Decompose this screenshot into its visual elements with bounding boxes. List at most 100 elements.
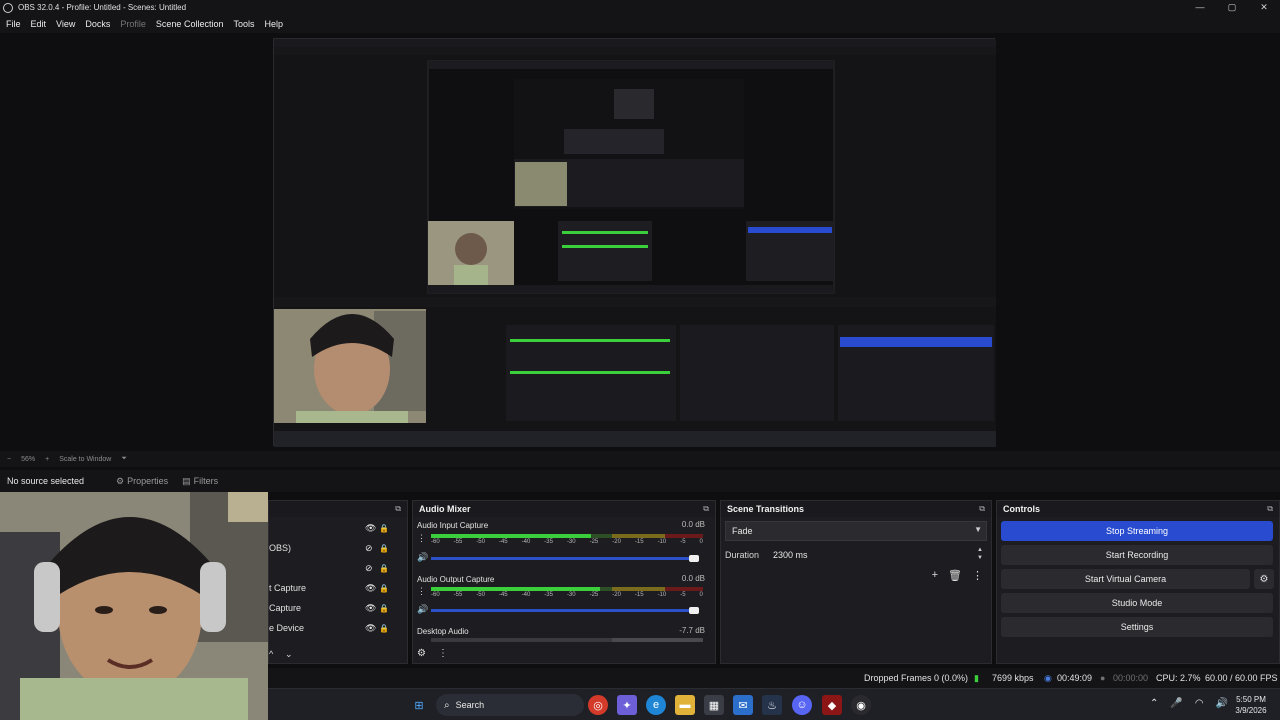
filters-button[interactable]: ▤ Filters (182, 476, 218, 487)
tray-chevron-up-icon[interactable]: ⌃ (1150, 698, 1158, 709)
gear-icon: ⚙ (116, 475, 125, 486)
start-recording-button[interactable]: Start Recording (1001, 545, 1273, 565)
menu-edit[interactable]: Edit (31, 19, 47, 29)
signal-bars-icon: ▮ (974, 673, 979, 683)
float-dock-icon[interactable]: ⧉ (1267, 504, 1273, 514)
visibility-eye-icon[interactable]: 👁 (365, 623, 379, 634)
move-up-button[interactable]: ^ (269, 649, 285, 659)
webcam-image (0, 492, 268, 720)
duration-spinner-icon[interactable]: ▲ ▼ (977, 546, 983, 562)
lock-icon[interactable]: 🔒 (379, 624, 393, 633)
lock-icon[interactable]: 🔒 (379, 604, 393, 613)
minimize-button[interactable]: — (1184, 0, 1216, 15)
app-icon[interactable]: ◆ (822, 695, 842, 715)
menu-file[interactable]: File (6, 19, 21, 29)
source-row[interactable]: e Device 👁 🔒 (269, 619, 401, 637)
clock-date: 3/9/2026 (1235, 706, 1267, 715)
duration-input[interactable]: 2300 ms ▲ ▼ (767, 545, 987, 565)
visibility-hidden-icon[interactable]: ⊘ (365, 543, 379, 554)
source-row[interactable]: Capture 👁 🔒 (269, 599, 401, 617)
audio-mixer-title: Audio Mixer (419, 504, 471, 514)
filters-label: Filters (193, 476, 219, 486)
visibility-eye-icon[interactable]: 👁 (365, 583, 379, 594)
edge-icon[interactable]: e (646, 695, 666, 715)
source-row[interactable]: ⊘ 🔒 (269, 559, 401, 577)
store-icon[interactable]: ▦ (704, 695, 724, 715)
sources-dock-header: ⧉ (269, 501, 407, 517)
source-label: OBS) (269, 543, 292, 553)
menu-tools[interactable]: Tools (233, 19, 254, 29)
menu-profile[interactable]: Profile (120, 19, 146, 29)
menu-scene-collection[interactable]: Scene Collection (156, 19, 224, 29)
record-time: 00:00:00 (1113, 673, 1149, 683)
add-transition-icon[interactable]: + (932, 569, 938, 582)
delete-transition-icon[interactable]: 🗑 (948, 569, 962, 582)
file-explorer-icon[interactable]: ▬ (675, 695, 695, 715)
microphone-icon[interactable]: 🎤 (1170, 698, 1182, 709)
steam-icon[interactable]: ♨ (762, 695, 782, 715)
channel-db: 0.0 dB (681, 574, 705, 583)
properties-button[interactable]: ⚙ Properties (116, 476, 168, 487)
lock-icon[interactable]: 🔒 (379, 584, 393, 593)
duration-label: Duration (725, 550, 760, 560)
zoom-out-button[interactable]: − (7, 456, 11, 463)
stream-icon: ◉ (1044, 673, 1052, 683)
settings-button[interactable]: Settings (1001, 617, 1273, 637)
windows-start-icon[interactable]: ⊞ (409, 695, 429, 715)
volume-slider[interactable] (431, 555, 699, 562)
copilot-icon[interactable]: ✦ (617, 695, 637, 715)
channel-menu-icon[interactable]: ⋮ (417, 533, 426, 544)
float-dock-icon[interactable]: ⧉ (979, 504, 985, 514)
menu-docks[interactable]: Docks (85, 19, 110, 29)
clock[interactable]: 5:50 PM 3/9/2026 (1226, 694, 1276, 716)
obs-icon[interactable]: ◉ (851, 695, 871, 715)
menu-view[interactable]: View (56, 19, 75, 29)
channel-name: Audio Input Capture (417, 521, 489, 530)
maximize-button[interactable]: ▢ (1216, 0, 1248, 15)
channel-menu-icon[interactable]: ⋮ (417, 586, 426, 597)
zoom-menu-caret-icon[interactable]: ⏷ (121, 455, 127, 463)
scene-transitions-header: Scene Transitions ⧉ (721, 501, 991, 517)
transition-menu-icon[interactable]: ⋮ (972, 569, 983, 582)
lock-icon[interactable]: 🔒 (379, 524, 393, 533)
scale-to-window[interactable]: Scale to Window (59, 456, 111, 463)
lock-icon[interactable]: 🔒 (379, 544, 393, 553)
float-dock-icon[interactable]: ⧉ (703, 504, 709, 514)
speaker-icon[interactable]: 🔊 (417, 604, 428, 615)
speaker-icon[interactable]: 🔊 (417, 552, 428, 563)
stop-streaming-button[interactable]: Stop Streaming (1001, 521, 1273, 541)
visibility-eye-icon[interactable]: 👁 (365, 523, 379, 534)
transition-select[interactable]: Fade ▼ (725, 521, 987, 541)
dropped-frames: Dropped Frames 0 (0.0%) (864, 673, 969, 683)
discord-icon[interactable]: ☺ (792, 695, 812, 715)
mixer-menu-icon[interactable]: ⋮ (438, 648, 448, 659)
studio-mode-button[interactable]: Studio Mode (1001, 593, 1273, 613)
move-down-button[interactable]: ⌄ (285, 649, 301, 660)
obs-logo-icon (3, 2, 13, 13)
chrome-icon[interactable]: ◎ (588, 695, 608, 715)
search-label: Search (455, 700, 485, 710)
virtual-camera-settings-icon[interactable]: ⚙ (1254, 569, 1274, 589)
source-label: t Capture (269, 583, 307, 593)
volume-slider[interactable] (431, 607, 699, 614)
title-bar: OBS 32.0.4 - Profile: Untitled - Scenes:… (0, 0, 1280, 15)
visibility-eye-icon[interactable]: 👁 (365, 603, 379, 614)
visibility-hidden-icon[interactable]: ⊘ (365, 563, 379, 574)
source-row[interactable]: 👁 🔒 (269, 519, 401, 537)
mail-icon[interactable]: ✉ (733, 695, 753, 715)
mixer-settings-icon[interactable]: ⚙ (417, 648, 426, 659)
audio-mixer-dock: Audio Mixer ⧉ Audio Input Capture 0.0 dB… (412, 500, 716, 664)
source-row[interactable]: t Capture 👁 🔒 (269, 579, 401, 597)
float-dock-icon[interactable]: ⧉ (395, 504, 401, 514)
zoom-in-button[interactable]: + (45, 456, 49, 463)
wifi-icon[interactable]: ◠ (1195, 698, 1204, 709)
scene-transitions-title: Scene Transitions (727, 504, 805, 514)
menu-help[interactable]: Help (264, 19, 283, 29)
close-button[interactable]: ✕ (1248, 0, 1280, 15)
source-row[interactable]: OBS) ⊘ 🔒 (269, 539, 401, 557)
level-meter (431, 534, 703, 538)
sources-dock: ⧉ 👁 🔒 OBS) ⊘ 🔒 ⊘ 🔒 t Capture 👁 🔒 Capture… (268, 500, 408, 664)
lock-icon[interactable]: 🔒 (379, 564, 393, 573)
taskbar-search[interactable]: ⌕ Search (436, 694, 584, 716)
start-virtual-camera-button[interactable]: Start Virtual Camera (1001, 569, 1250, 589)
